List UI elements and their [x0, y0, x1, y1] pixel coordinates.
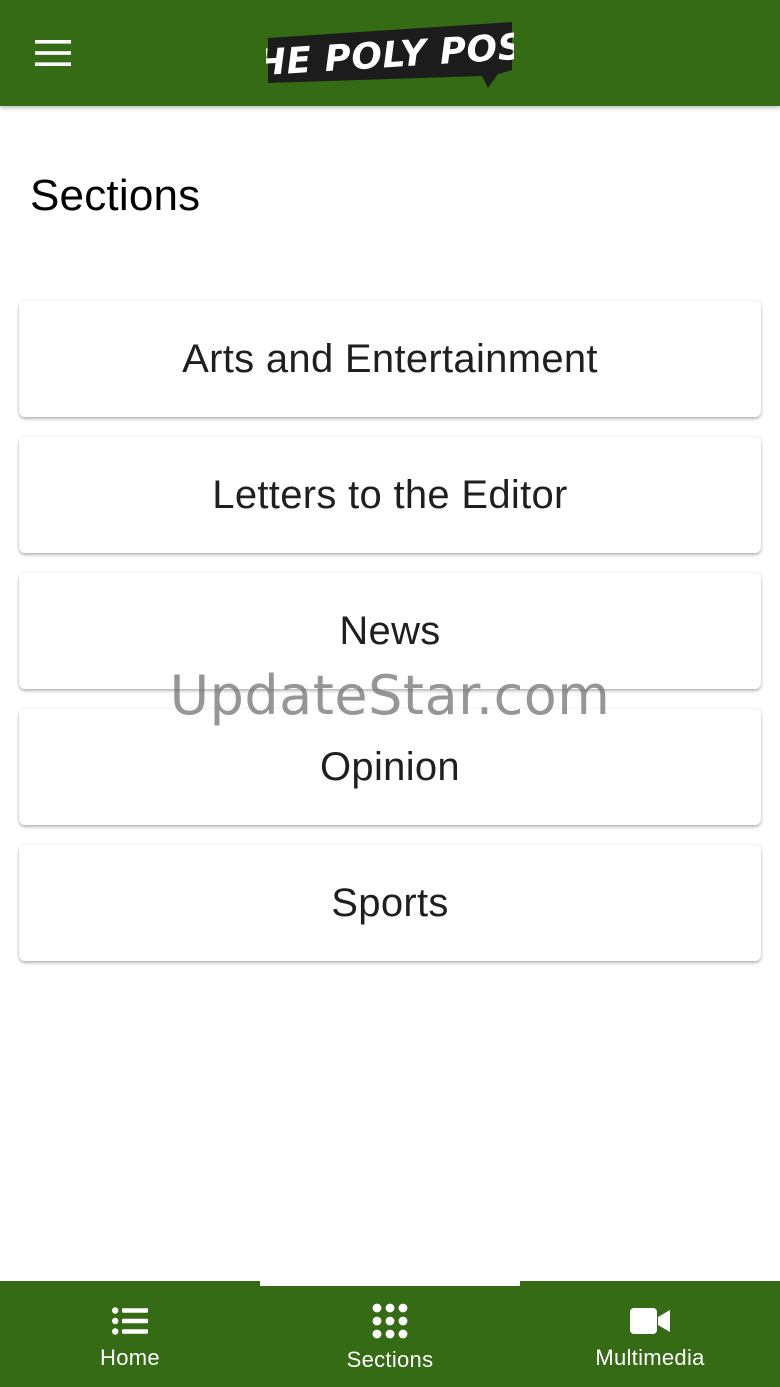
section-card-sports[interactable]: Sports: [19, 845, 761, 961]
page-title: Sections: [30, 171, 201, 220]
top-app-bar: THE POLY POST: [0, 0, 780, 106]
section-card-label: Opinion: [320, 744, 460, 789]
menu-button[interactable]: [28, 32, 78, 74]
poly-post-logo[interactable]: THE POLY POST: [266, 20, 514, 88]
tab-home-label: Home: [100, 1345, 160, 1370]
section-card-label: Arts and Entertainment: [182, 336, 598, 381]
hamburger-menu-icon: [35, 40, 71, 66]
section-card-label: News: [339, 608, 441, 653]
tab-sections-label: Sections: [346, 1347, 434, 1372]
section-card-arts-and-entertainment[interactable]: Arts and Entertainment: [19, 301, 761, 417]
tab-sections[interactable]: Sections: [260, 1281, 520, 1387]
section-list: Arts and Entertainment Letters to the Ed…: [19, 301, 761, 981]
section-card-opinion[interactable]: Opinion: [19, 709, 761, 825]
section-card-news[interactable]: News: [19, 573, 761, 689]
section-card-label: Letters to the Editor: [212, 472, 568, 517]
tab-home[interactable]: Home: [0, 1281, 260, 1387]
grid-dots-icon: [372, 1303, 408, 1339]
video-camera-icon: [630, 1303, 670, 1339]
tab-multimedia-label: Multimedia: [595, 1345, 705, 1370]
bottom-navigation: Home Sections Multimedia: [0, 1281, 780, 1387]
tab-multimedia[interactable]: Multimedia: [520, 1281, 780, 1387]
section-card-letters-to-the-editor[interactable]: Letters to the Editor: [19, 437, 761, 553]
app-screen: THE POLY POST Sections Arts and Entertai…: [0, 0, 780, 1387]
section-card-label: Sports: [331, 880, 449, 925]
list-icon: [112, 1303, 148, 1339]
